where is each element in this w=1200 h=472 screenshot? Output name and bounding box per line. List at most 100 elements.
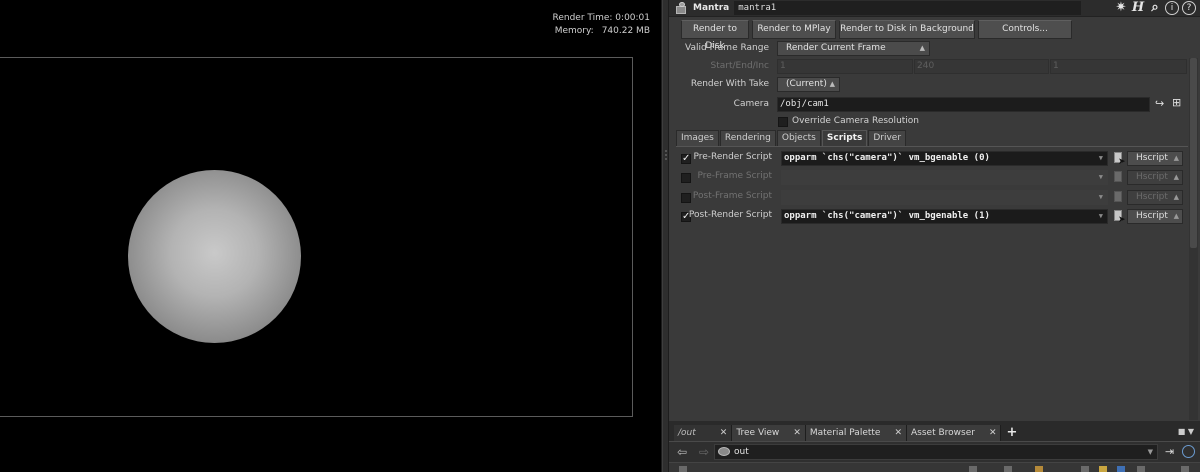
output-network-icon [718, 447, 730, 456]
camera-row: Camera /obj/cam1 ↪ ⊞ [669, 96, 1200, 112]
houdini-h-icon[interactable]: H [1131, 1, 1145, 15]
updown-arrows-icon: ▲ [919, 43, 925, 52]
network-toolbar-strip [669, 462, 1200, 472]
close-icon[interactable]: ✕ [989, 425, 997, 441]
tab-images[interactable]: Images [676, 130, 719, 146]
tab-material-palette-label: Material Palette [809, 428, 881, 438]
tab-tree-view[interactable]: Tree View ✕ [732, 425, 806, 441]
close-icon[interactable]: ✕ [720, 425, 728, 441]
tool-icon[interactable] [1137, 466, 1145, 472]
increment-field[interactable]: 1 [1050, 58, 1187, 74]
memory-value: 740.22 MB [601, 26, 650, 36]
pre-render-language-value: Hscript [1136, 153, 1168, 163]
tool-icon[interactable] [1117, 466, 1125, 472]
post-frame-language-value: Hscript [1136, 192, 1168, 202]
render-viewport[interactable]: Render Time: 0:00:01 Memory: 740.22 MB [0, 0, 662, 472]
render-to-disk-background-button[interactable]: Render to Disk in Background [839, 20, 975, 39]
render-with-take-dropdown[interactable]: (Current) ▲ [777, 76, 840, 92]
camera-path-field[interactable]: /obj/cam1 [777, 96, 1150, 112]
help-icon[interactable]: ? [1182, 1, 1196, 15]
pane-menu-icon[interactable]: ■ ▼ [1178, 427, 1194, 436]
gear-icon[interactable]: ✷ [1114, 1, 1128, 15]
jump-to-node-icon[interactable]: ↪ [1155, 97, 1164, 110]
post-frame-script-field[interactable]: ▼ [781, 190, 1108, 205]
info-icon[interactable]: i [1165, 1, 1179, 15]
search-icon[interactable]: ⌕ [1148, 1, 1162, 15]
file-chooser-icon[interactable] [1113, 191, 1125, 204]
render-time-text: Render Time: 0:00:01 [552, 13, 650, 23]
tool-icon[interactable] [1004, 466, 1012, 472]
dropdown-arrow-icon[interactable]: ▼ [1148, 445, 1153, 459]
dropdown-arrow-icon[interactable]: ▼ [1099, 191, 1103, 204]
file-chooser-icon[interactable] [1113, 171, 1125, 184]
close-icon[interactable]: ✕ [793, 425, 801, 441]
pin-icon[interactable]: ⇥ [1165, 445, 1174, 458]
post-frame-enable-checkbox[interactable] [681, 193, 691, 203]
tool-icon[interactable] [679, 466, 687, 472]
camera-label: Camera [733, 99, 769, 109]
override-resolution-checkbox[interactable] [778, 117, 788, 127]
pre-render-language-dropdown[interactable]: Hscript ▲ [1127, 151, 1183, 166]
node-name-field[interactable]: mantra1 [734, 1, 1082, 15]
pre-frame-language-value: Hscript [1136, 172, 1168, 182]
pre-frame-enable-checkbox[interactable] [681, 173, 691, 183]
updown-arrows-icon: ▲ [1173, 193, 1179, 201]
parameter-tabs: Images Rendering Objects Scripts Driver [676, 130, 907, 146]
scrollbar-thumb[interactable] [1190, 58, 1197, 248]
network-path-field[interactable]: out ▼ [714, 444, 1158, 460]
divider-grip [665, 150, 667, 152]
file-chooser-icon[interactable]: ➤ [1113, 152, 1126, 167]
post-render-script-row: ✓ Post-Render Script opparm `chs("camera… [676, 209, 1188, 225]
node-chooser-icon[interactable]: ⊞ [1172, 96, 1181, 109]
valid-frame-range-label: Valid Frame Range [685, 43, 769, 53]
tab-material-palette[interactable]: Material Palette ✕ [805, 425, 907, 441]
tab-out-label: /out [678, 428, 696, 438]
tab-asset-browser[interactable]: Asset Browser ✕ [907, 425, 1002, 441]
tab-out[interactable]: /out ✕ [674, 425, 733, 441]
valid-frame-range-value: Render Current Frame [786, 42, 886, 53]
rendered-sphere [128, 170, 301, 343]
tool-icon[interactable] [969, 466, 977, 472]
override-resolution-label: Override Camera Resolution [792, 116, 920, 126]
dropdown-arrow-icon[interactable]: ▼ [1099, 210, 1103, 223]
post-render-script-field[interactable]: opparm `chs("camera")` vm_bgenable (1) ▼ [781, 209, 1108, 224]
render-to-mplay-button[interactable]: Render to MPlay [752, 20, 836, 39]
link-icon[interactable] [1182, 445, 1195, 458]
tab-objects[interactable]: Objects [776, 130, 821, 146]
render-to-disk-button[interactable]: Render to Disk [681, 20, 749, 51]
network-tab-bar: /out ✕ Tree View ✕ Material Palette ✕ Asset… [669, 421, 1200, 442]
controls-button[interactable]: Controls... [978, 20, 1072, 39]
pre-frame-script-field[interactable]: ▼ [781, 170, 1108, 185]
pre-render-enable-checkbox[interactable]: ✓ [681, 154, 691, 164]
end-frame-field[interactable]: 240 [914, 58, 1049, 74]
pre-render-script-field[interactable]: opparm `chs("camera")` vm_bgenable (0) ▼ [781, 151, 1108, 166]
tab-scripts[interactable]: Scripts [821, 130, 868, 146]
tab-rendering[interactable]: Rendering [719, 130, 776, 146]
tool-icon[interactable] [1099, 466, 1107, 472]
updown-arrows-icon: ▲ [1173, 173, 1179, 181]
file-chooser-icon[interactable]: ➤ [1113, 210, 1126, 225]
parameter-scrollbar[interactable] [1189, 58, 1198, 420]
pane-divider[interactable] [662, 0, 669, 472]
post-frame-language-dropdown[interactable]: Hscript ▲ [1127, 190, 1183, 205]
start-frame-field[interactable]: 1 [777, 58, 913, 74]
tool-icon[interactable] [1081, 466, 1089, 472]
pre-frame-language-dropdown[interactable]: Hscript ▲ [1127, 170, 1183, 185]
forward-arrow-icon[interactable]: ⇨ [699, 445, 713, 459]
network-pane: /out ✕ Tree View ✕ Material Palette ✕ Asset… [669, 421, 1200, 472]
back-arrow-icon[interactable]: ⇦ [677, 445, 691, 459]
tool-icon[interactable] [1035, 466, 1043, 472]
dropdown-arrow-icon[interactable]: ▼ [1099, 152, 1103, 165]
tab-driver[interactable]: Driver [868, 130, 907, 146]
close-icon[interactable]: ✕ [894, 425, 902, 441]
divider-grip [665, 154, 667, 156]
valid-frame-range-dropdown[interactable]: Render Current Frame ▲ [777, 40, 930, 56]
post-frame-script-row: Post-Frame Script ▼ Hscript ▲ [676, 190, 1188, 206]
start-end-inc-label: Start/End/Inc [710, 61, 769, 71]
tool-icon[interactable] [1181, 466, 1189, 472]
dropdown-arrow-icon[interactable]: ▼ [1099, 171, 1103, 184]
add-tab-icon[interactable]: + [1001, 425, 1022, 441]
post-render-language-dropdown[interactable]: Hscript ▲ [1127, 209, 1183, 224]
updown-arrows-icon: ▲ [1173, 154, 1179, 162]
node-type-label: Mantra [693, 3, 730, 13]
